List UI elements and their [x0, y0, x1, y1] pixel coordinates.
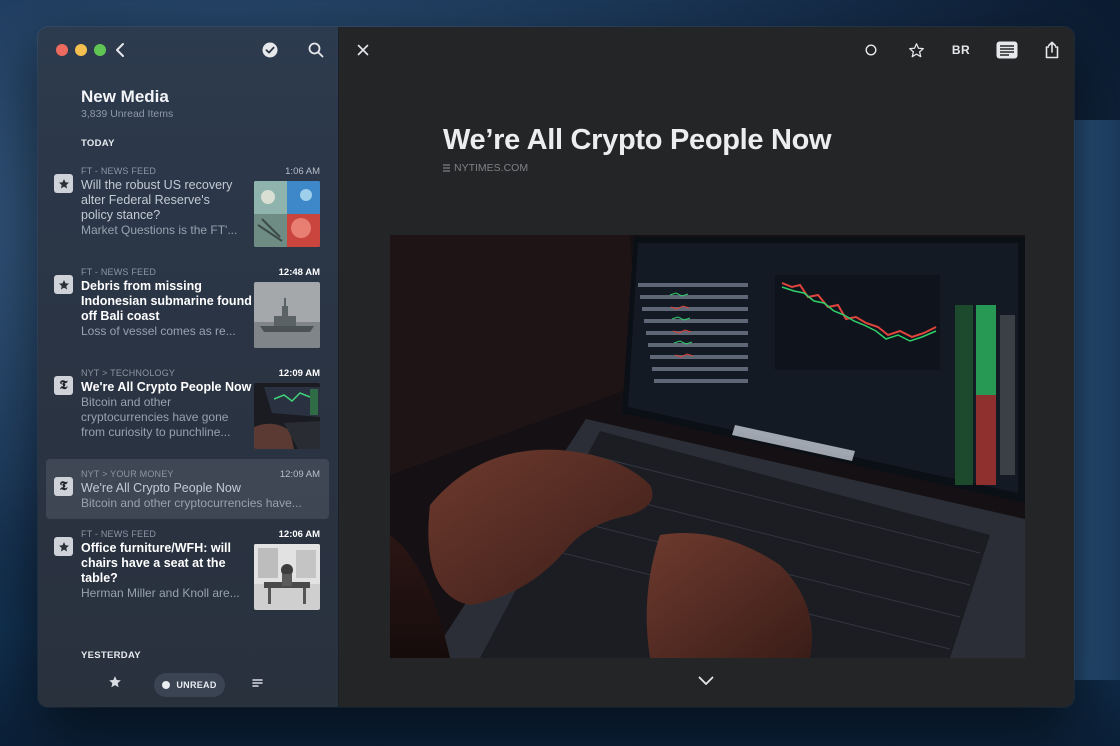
close-window-button[interactable] [56, 44, 68, 56]
article-time: 12:09 AM [279, 469, 320, 480]
feed-title: New Media [81, 87, 169, 106]
next-article-chevron-icon[interactable] [698, 673, 714, 691]
article-time: 12:06 AM [278, 529, 320, 540]
bionic-reading-button[interactable]: BR [948, 39, 974, 61]
article-summary: Bitcoin and other cryptocurrencies have.… [81, 496, 302, 510]
source-list-icon [443, 164, 450, 172]
sidebar-titlebar [38, 27, 338, 73]
article-thumbnail [254, 383, 320, 449]
article-thumbnail [254, 282, 320, 348]
starred-filter-star-icon[interactable] [108, 675, 122, 694]
article-item-selected[interactable]: 𝕿 NYT > YOUR MONEY 12:09 AM We're All Cr… [46, 459, 329, 519]
article-item[interactable]: FT - NEWS FEED 12:06 AM Office furniture… [46, 526, 329, 618]
mark-all-read-icon[interactable] [259, 39, 281, 61]
minimize-window-button[interactable] [75, 44, 87, 56]
article-title: Debris from missing Indonesian submarine… [81, 279, 252, 323]
article-summary: Herman Miller and Knoll are... [81, 586, 240, 600]
star-article-icon[interactable] [905, 39, 927, 61]
article-item[interactable]: 𝕿 NYT > TECHNOLOGY 12:09 AM We're All Cr… [46, 365, 329, 457]
article-source: NYT > YOUR MONEY [81, 469, 174, 479]
article-summary: Bitcoin and other cryptocurrencies have … [81, 395, 231, 439]
article-source: FT - NEWS FEED [81, 529, 157, 539]
mark-unread-circle-icon[interactable] [860, 39, 882, 61]
star-icon [54, 174, 73, 193]
article-list-sidebar: New Media 3,839 Unread Items TODAY FT - … [38, 27, 339, 707]
article-item[interactable]: FT - NEWS FEED 12:48 AM Debris from miss… [46, 264, 329, 356]
star-icon [54, 275, 73, 294]
unread-filter-label: UNREAD [176, 680, 217, 690]
nyt-logo-icon: 𝕿 [54, 477, 73, 496]
section-yesterday: YESTERDAY [81, 650, 141, 661]
unread-count: 3,839 Unread Items [81, 108, 174, 120]
article-item[interactable]: FT - NEWS FEED 1:06 AM Will the robust U… [46, 163, 329, 255]
share-icon[interactable] [1041, 39, 1063, 61]
back-chevron-icon[interactable] [109, 39, 131, 61]
reader-view-icon[interactable] [995, 39, 1019, 61]
article-source: FT - NEWS FEED [81, 267, 157, 277]
article-title: Office furniture/WFH: will chairs have a… [81, 541, 231, 585]
article-source-domain: NYTIMES.COM [454, 162, 529, 174]
star-icon [54, 537, 73, 556]
article-source: NYT > TECHNOLOGY [81, 368, 176, 378]
article-title: We're All Crypto People Now [81, 380, 252, 394]
unread-dot-icon [162, 681, 171, 689]
article-thumbnail [254, 181, 320, 247]
article-time: 1:06 AM [285, 166, 320, 177]
all-items-list-icon[interactable] [252, 676, 264, 694]
article-summary: Market Questions is the FT'... [81, 223, 238, 237]
article-time: 12:09 AM [278, 368, 320, 379]
zoom-window-button[interactable] [94, 44, 106, 56]
article-source-link[interactable]: NYTIMES.COM [443, 162, 528, 174]
nyt-logo-icon: 𝕿 [54, 376, 73, 395]
article-thumbnail [254, 544, 320, 610]
section-today: TODAY [81, 138, 115, 149]
article-headline: We’re All Crypto People Now [443, 124, 832, 156]
app-window: New Media 3,839 Unread Items TODAY FT - … [38, 27, 1074, 707]
search-icon[interactable] [305, 39, 327, 61]
sidebar-filter-bar: UNREAD [38, 661, 338, 707]
article-time: 12:48 AM [278, 267, 320, 278]
article-source: FT - NEWS FEED [81, 166, 157, 176]
article-title: We're All Crypto People Now [81, 481, 241, 495]
article-summary: Loss of vessel comes as re... [81, 324, 236, 338]
article-reader-pane: BR We’re All Crypto People Now NYTIMES.C… [339, 27, 1074, 707]
unread-filter-button[interactable]: UNREAD [154, 673, 225, 697]
close-icon[interactable] [353, 39, 373, 61]
article-title: Will the robust US recovery alter Federa… [81, 178, 233, 222]
hero-image [390, 235, 1025, 658]
